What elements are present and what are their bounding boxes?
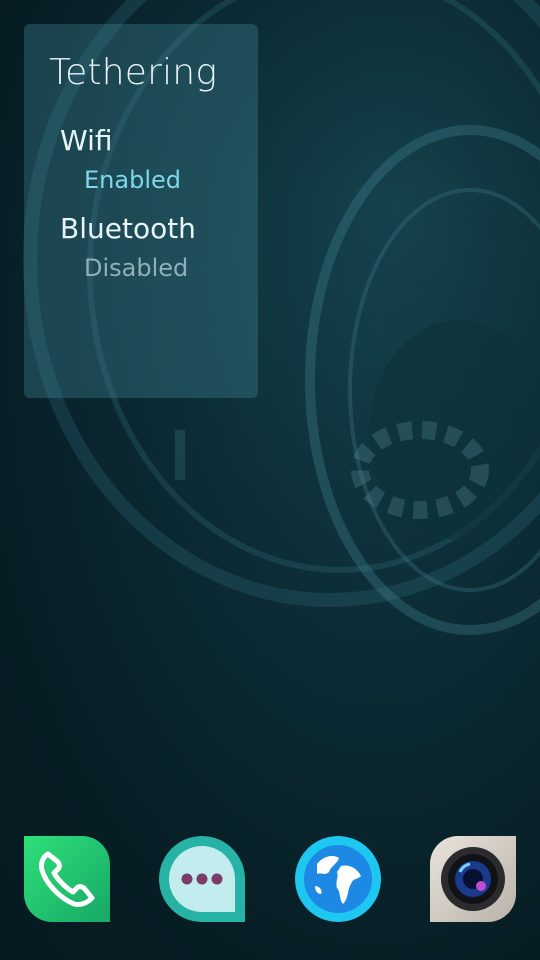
phone-app-button[interactable] [24,836,110,922]
camera-app-button[interactable] [430,836,516,922]
camera-lens-icon [430,836,516,922]
home-screen: Tethering Wifi Enabled Bluetooth Disable… [0,0,540,960]
messages-app-button[interactable] [159,836,245,922]
bluetooth-status: Disabled [84,254,189,282]
tethering-cover[interactable]: Tethering Wifi Enabled Bluetooth Disable… [24,24,258,398]
globe-icon [295,836,381,922]
browser-app-button[interactable] [295,836,381,922]
cover-title: Tethering [49,52,218,93]
wifi-status: Enabled [84,166,181,194]
phone-icon [24,836,110,922]
wifi-label: Wifi [60,124,113,157]
bluetooth-label: Bluetooth [60,212,196,245]
chat-bubble-icon [159,836,245,922]
